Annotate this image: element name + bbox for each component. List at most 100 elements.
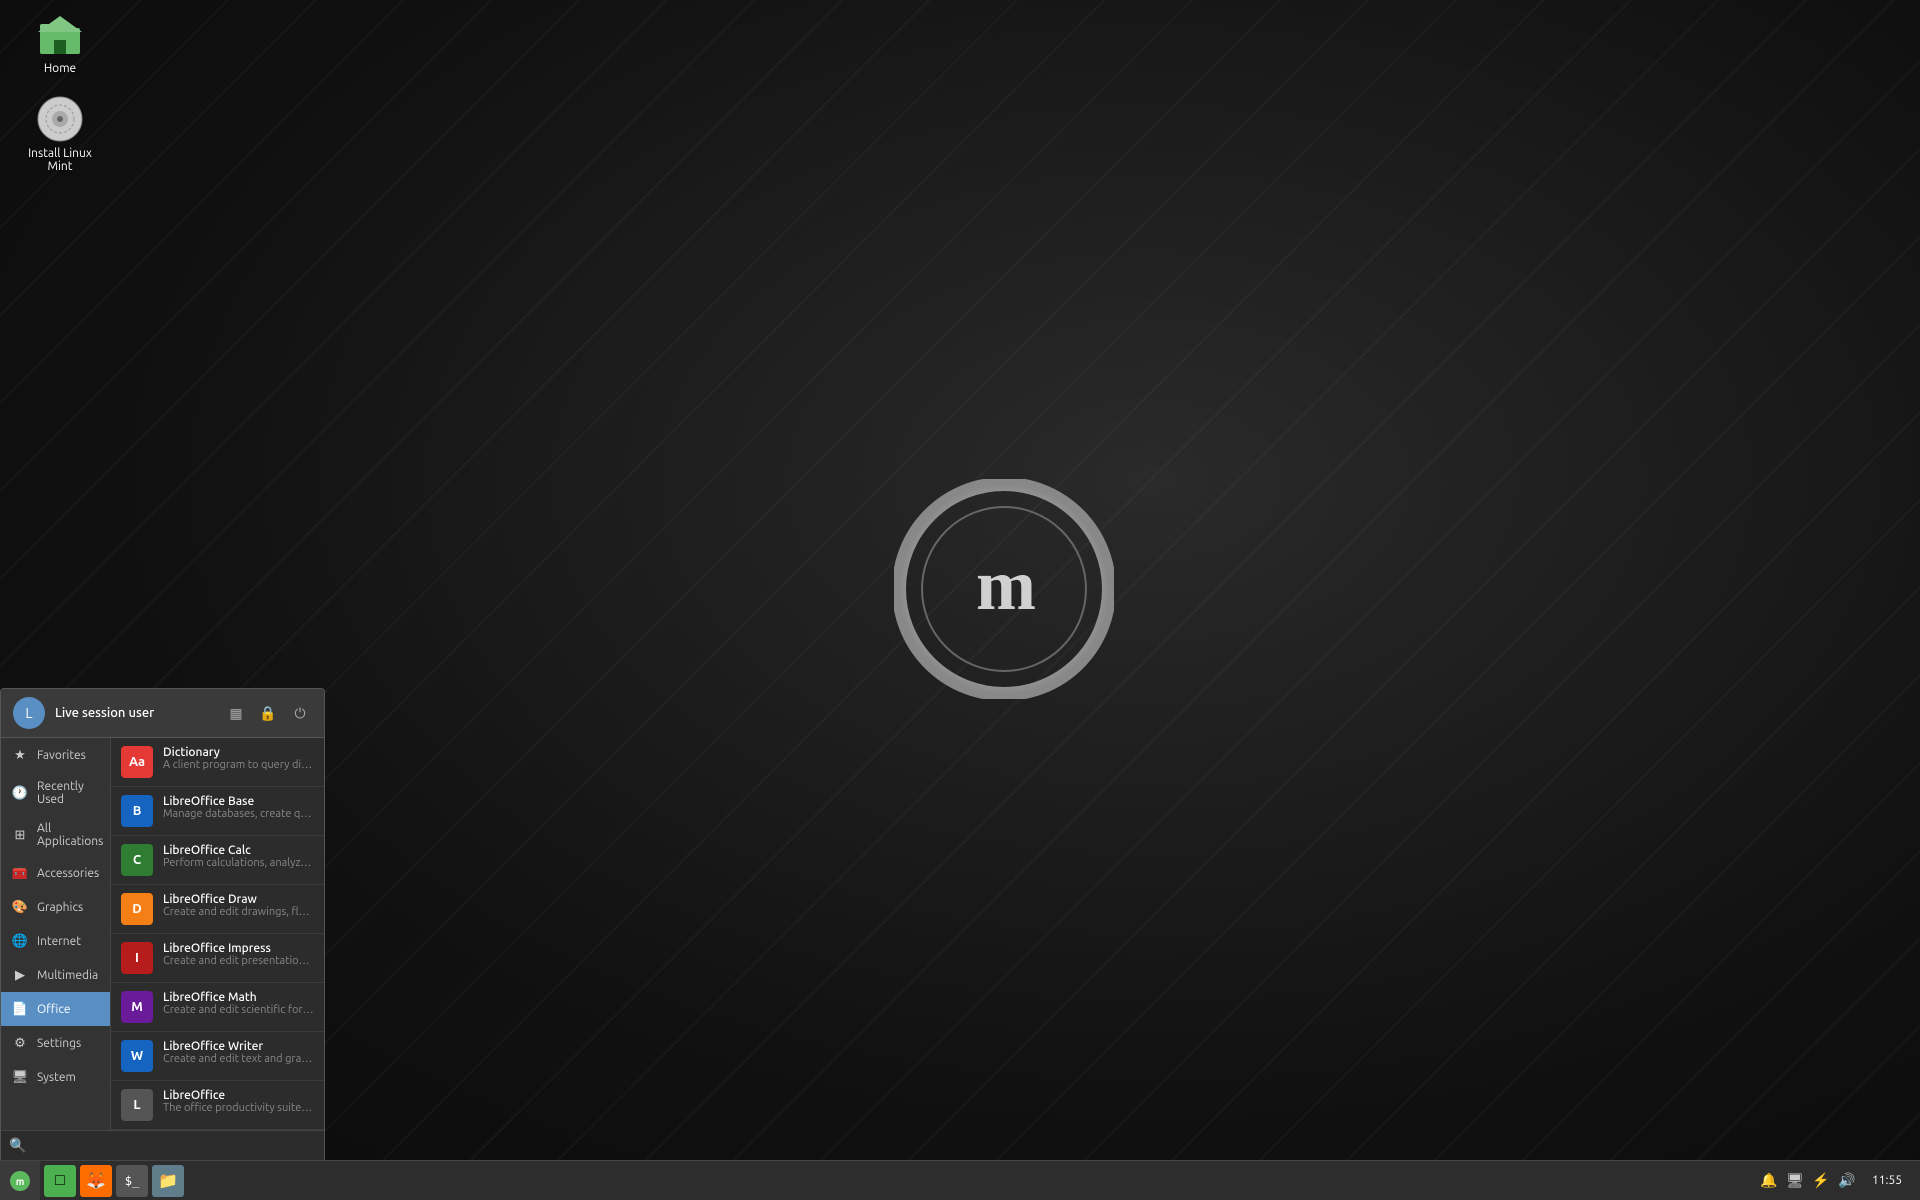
app-item-libreoffice[interactable]: L LibreOffice The office productivity su… [111,1081,324,1130]
graphics-icon: 🎨 [11,898,29,916]
dictionary-name: Dictionary [163,746,314,759]
menu-body: ★ Favorites 🕐 Recently Used ⊞ All Applic… [1,738,324,1130]
sidebar-item-all-apps-label: All Applications [37,822,103,848]
app-item-libreoffice-draw[interactable]: D LibreOffice Draw Create and edit drawi… [111,885,324,934]
dictionary-info: Dictionary A client program to query dif… [163,746,314,771]
app-item-dictionary[interactable]: Aa Dictionary A client program to query … [111,738,324,787]
libreoffice-draw-desc: Create and edit drawings, flow charts an… [163,906,314,918]
volume-tray-icon[interactable]: 🔊 [1838,1172,1856,1190]
lock-icon[interactable]: 🔒 [256,701,280,725]
taskbar: m □ 🦊 $_ 📁 🔔 🖥 ⚡ 🔊 11:55 [0,1160,1920,1200]
libreoffice-base-info: LibreOffice Base Manage databases, creat… [163,795,314,820]
sidebar-item-recently-used[interactable]: 🕐 Recently Used [1,772,110,814]
libreoffice-base-icon: B [121,795,153,827]
libreoffice-draw-icon: D [121,893,153,925]
libreoffice-math-info: LibreOffice Math Create and edit scienti… [163,991,314,1016]
office-icon: 📄 [11,1000,29,1018]
taskbar-show-desktop[interactable]: □ [44,1165,76,1197]
sidebar-item-accessories-label: Accessories [37,867,99,880]
libreoffice-writer-name: LibreOffice Writer [163,1040,314,1053]
start-button[interactable]: m [0,1161,40,1200]
libreoffice-impress-desc: Create and edit presentations for slides… [163,955,314,967]
sidebar-item-recently-used-label: Recently Used [37,780,100,806]
sidebar-item-internet[interactable]: 🌐 Internet [1,924,110,958]
libreoffice-impress-icon: I [121,942,153,974]
libreoffice-calc-desc: Perform calculations, analyze informatio… [163,857,314,869]
app-item-libreoffice-base[interactable]: B LibreOffice Base Manage databases, cre… [111,787,324,836]
libreoffice-impress-name: LibreOffice Impress [163,942,314,955]
menu-header-icons: ▦ 🔒 ⏻ [224,701,312,725]
logout-icon[interactable]: ⏻ [288,701,312,725]
files-icon: 📁 [158,1171,178,1190]
libreoffice-draw-info: LibreOffice Draw Create and edit drawing… [163,893,314,918]
libreoffice-writer-desc: Create and edit text and graphics in let… [163,1053,314,1065]
accessories-icon: 🧰 [11,864,29,882]
mint-logo: m [894,479,1114,699]
libreoffice-icon: L [121,1089,153,1121]
sidebar-item-favorites[interactable]: ★ Favorites [1,738,110,772]
desktop-icon-home[interactable]: Home [20,10,100,75]
sidebar-item-settings[interactable]: ⚙ Settings [1,1026,110,1060]
dictionary-icon: Aa [121,746,153,778]
terminal-icon: $_ [125,1174,139,1188]
search-input[interactable] [32,1138,316,1153]
sidebar-item-multimedia-label: Multimedia [37,969,98,982]
multimedia-icon: ▶ [11,966,29,984]
app-item-libreoffice-writer[interactable]: W LibreOffice Writer Create and edit tex… [111,1032,324,1081]
app-item-libreoffice-impress[interactable]: I LibreOffice Impress Create and edit pr… [111,934,324,983]
sidebar-item-all-applications[interactable]: ⊞ All Applications [1,814,110,856]
svg-text:m: m [976,545,1035,625]
software-manager-icon[interactable]: ▦ [224,701,248,725]
sidebar-item-multimedia[interactable]: ▶ Multimedia [1,958,110,992]
search-icon: 🔍 [9,1137,26,1154]
install-disc-icon [36,95,84,143]
install-icon-label: Install Linux Mint [28,147,92,173]
desktop: m Home [0,0,1920,1200]
firefox-icon: 🦊 [86,1171,106,1190]
menu-search-bar: 🔍 [1,1130,324,1160]
all-apps-icon: ⊞ [11,826,29,844]
libreoffice-base-name: LibreOffice Base [163,795,314,808]
sidebar-item-office-label: Office [37,1003,71,1016]
display-tray-icon[interactable]: 🖥 [1786,1172,1804,1190]
menu-header: L Live session user ▦ 🔒 ⏻ [1,689,324,738]
libreoffice-desc: The office productivity suite compatible… [163,1102,314,1114]
libreoffice-math-icon: M [121,991,153,1023]
sidebar-item-system[interactable]: 🖥 System [1,1060,110,1094]
sidebar-item-favorites-label: Favorites [37,749,86,762]
libreoffice-calc-name: LibreOffice Calc [163,844,314,857]
taskbar-files[interactable]: 📁 [152,1165,184,1197]
settings-icon: ⚙ [11,1034,29,1052]
desktop-icon-install[interactable]: Install Linux Mint [20,95,100,173]
system-icon: 🖥 [11,1068,29,1086]
app-item-libreoffice-calc[interactable]: C LibreOffice Calc Perform calculations,… [111,836,324,885]
menu-username: Live session user [55,706,214,720]
sidebar-item-system-label: System [37,1071,76,1084]
home-icon-label: Home [44,62,76,75]
libreoffice-info: LibreOffice The office productivity suit… [163,1089,314,1114]
show-desktop-icon: □ [55,1171,65,1190]
libreoffice-writer-info: LibreOffice Writer Create and edit text … [163,1040,314,1065]
taskbar-items: □ 🦊 $_ 📁 [40,1165,1750,1197]
app-item-libreoffice-math[interactable]: M LibreOffice Math Create and edit scien… [111,983,324,1032]
svg-text:m: m [16,1176,25,1187]
sidebar-item-office[interactable]: 📄 Office [1,992,110,1026]
home-folder-icon [36,10,84,58]
power-tray-icon[interactable]: ⚡ [1812,1172,1830,1190]
taskbar-terminal[interactable]: $_ [116,1165,148,1197]
libreoffice-writer-icon: W [121,1040,153,1072]
libreoffice-calc-info: LibreOffice Calc Perform calculations, a… [163,844,314,869]
sidebar-item-settings-label: Settings [37,1037,81,1050]
taskbar-firefox[interactable]: 🦊 [80,1165,112,1197]
sidebar-item-accessories[interactable]: 🧰 Accessories [1,856,110,890]
libreoffice-math-desc: Create and edit scientific formulas and … [163,1004,314,1016]
notification-tray-icon[interactable]: 🔔 [1760,1172,1778,1190]
sidebar-item-internet-label: Internet [37,935,81,948]
taskbar-clock: 11:55 [1864,1174,1910,1187]
start-menu: L Live session user ▦ 🔒 ⏻ ★ Favorites 🕐 … [0,688,325,1160]
internet-icon: 🌐 [11,932,29,950]
recently-used-icon: 🕐 [11,784,29,802]
sidebar-item-graphics[interactable]: 🎨 Graphics [1,890,110,924]
taskbar-tray: 🔔 🖥 ⚡ 🔊 11:55 [1750,1172,1920,1190]
dictionary-desc: A client program to query different dict… [163,759,314,771]
